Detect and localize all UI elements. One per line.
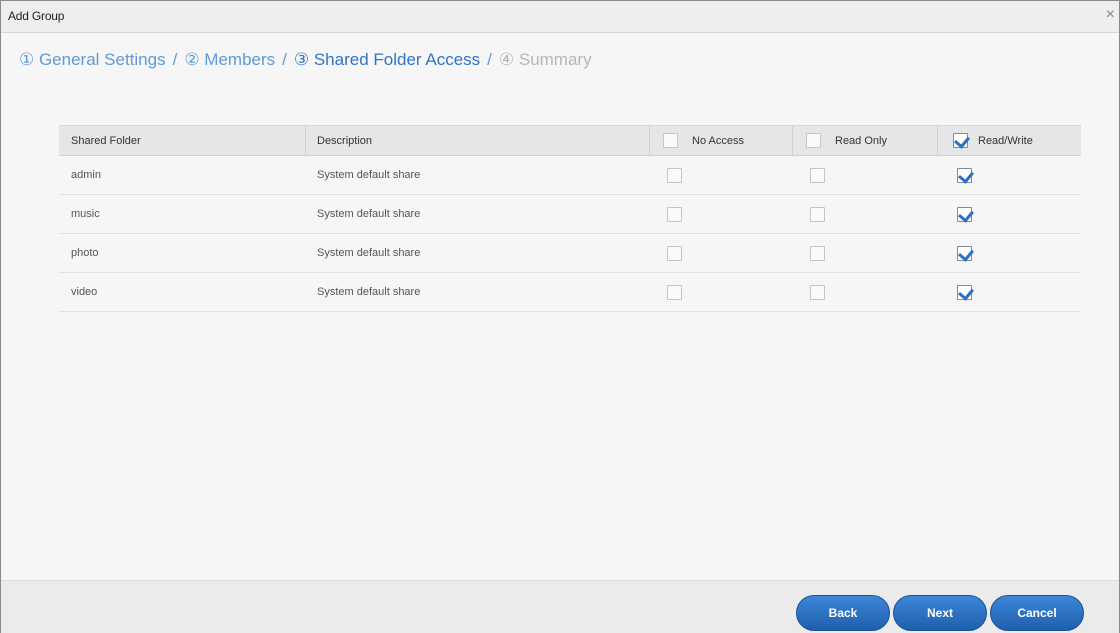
read-write-checkbox[interactable] [957,284,972,300]
header-read-only-label: Read Only [835,134,887,147]
folder-name: video [71,286,98,298]
step-members[interactable]: ② Members [184,50,275,69]
dialog-titlebar: Add Group × [1,1,1119,33]
header-no-access: No Access [649,126,744,155]
folder-description: System default share [317,247,421,259]
read-only-checkbox[interactable] [810,284,825,300]
no-access-checkbox[interactable] [667,167,682,183]
table-row: video System default share [59,273,1081,312]
table-header: Shared Folder Description No Access Read… [59,125,1081,156]
read-only-checkbox[interactable] [810,245,825,261]
step-summary: ④ Summary [498,50,592,69]
table-row: photo System default share [59,234,1081,273]
cancel-button[interactable]: Cancel [990,595,1084,631]
header-description: Description [317,134,373,147]
header-read-write-checkbox[interactable] [953,133,968,148]
step-separator: / [487,50,492,69]
folder-name: admin [71,169,101,181]
back-button[interactable]: Back [796,595,890,631]
column-divider [305,126,306,155]
header-read-write-label: Read/Write [978,134,1033,147]
wizard-steps: ① General Settings / ② Members / ③ Shared Fo… [19,50,592,70]
read-write-checkbox[interactable] [957,167,972,183]
step-separator: / [172,50,178,69]
table-row: music System default share [59,195,1081,234]
read-write-checkbox[interactable] [957,206,972,222]
folder-name: photo [71,247,99,259]
header-no-access-label: No Access [692,134,744,147]
step-shared-folder-access[interactable]: ③ Shared Folder Access [294,50,480,69]
folder-description: System default share [317,208,421,220]
no-access-checkbox[interactable] [667,245,682,261]
read-only-checkbox[interactable] [810,206,825,222]
close-icon[interactable]: × [1106,7,1115,23]
step-separator: / [282,50,287,69]
no-access-checkbox[interactable] [667,206,682,222]
header-read-only: Read Only [792,126,887,155]
dialog-title: Add Group [8,9,65,23]
folder-name: music [71,208,100,220]
read-only-checkbox[interactable] [810,167,825,183]
no-access-checkbox[interactable] [667,284,682,300]
column-divider [937,126,938,155]
header-shared-folder: Shared Folder [71,134,141,147]
add-group-dialog: Add Group × ① General Settings / ② Members… [0,0,1120,633]
header-read-only-checkbox[interactable] [806,133,821,148]
shared-folder-table: Shared Folder Description No Access Read… [59,125,1081,312]
folder-description: System default share [317,286,421,298]
next-button[interactable]: Next [893,595,987,631]
table-row: admin System default share [59,156,1081,195]
step-general-settings[interactable]: ① General Settings [19,50,166,69]
folder-description: System default share [317,169,421,181]
read-write-checkbox[interactable] [957,245,972,261]
header-read-write: Read/Write [939,126,1033,155]
dialog-footer: Back Next Cancel [1,580,1119,633]
header-no-access-checkbox[interactable] [663,133,678,148]
